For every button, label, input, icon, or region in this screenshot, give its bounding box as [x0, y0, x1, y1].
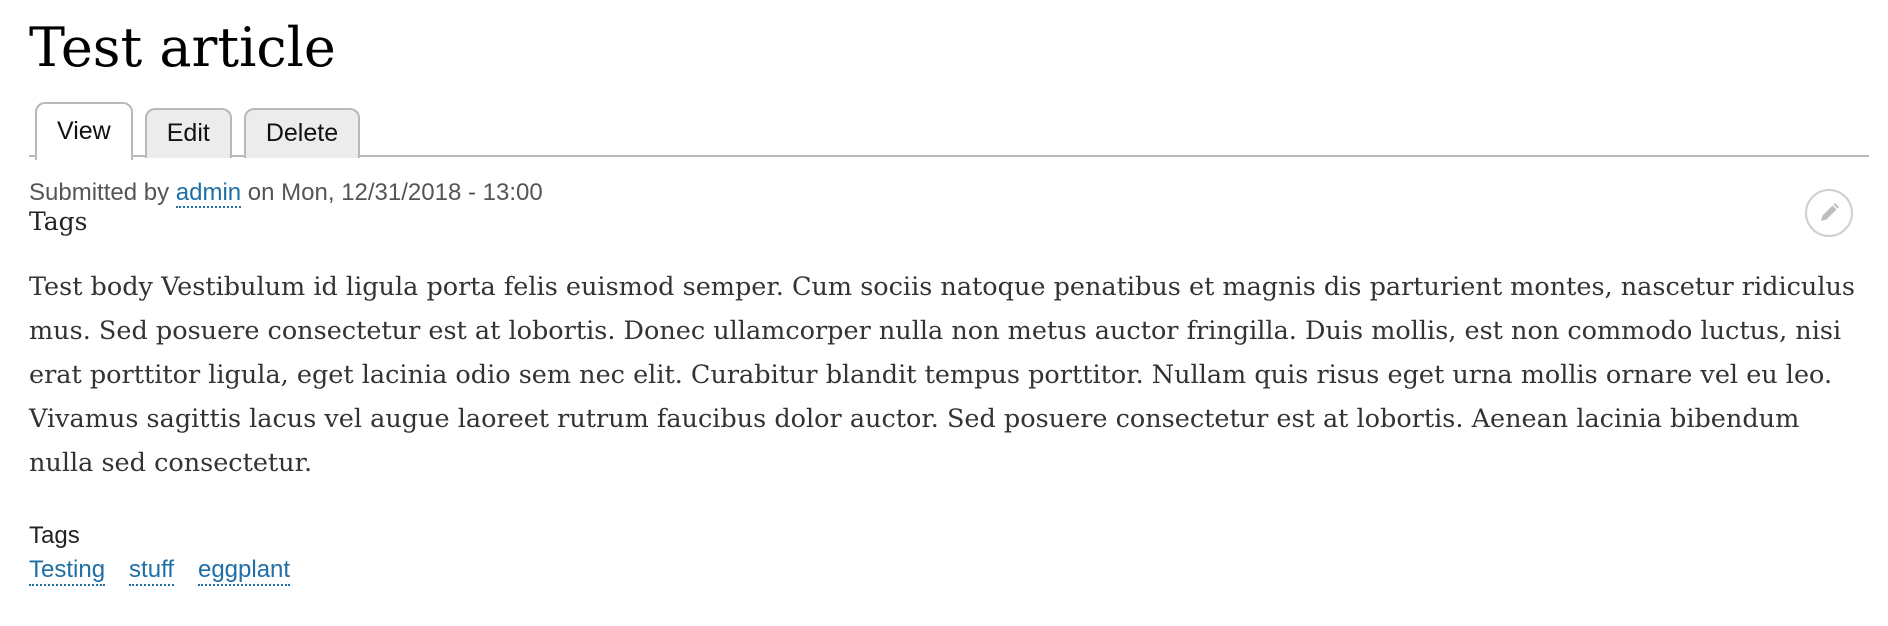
page-title: Test article	[29, 16, 336, 79]
tab-delete[interactable]: Delete	[243, 108, 361, 158]
submitted-date: Mon, 12/31/2018 - 13:00	[281, 179, 543, 206]
submitted-info: Submitted by admin on Mon, 12/31/2018 - …	[29, 179, 543, 208]
contextual-edit-button[interactable]	[1805, 189, 1853, 237]
tab-view[interactable]: View	[35, 102, 133, 160]
article-body: Test body Vestibulum id ligula porta fel…	[29, 272, 1856, 478]
local-tasks-tabs: View Edit Delete	[35, 102, 361, 160]
tab-edit[interactable]: Edit	[144, 108, 232, 158]
tags-heading: Tags	[29, 207, 88, 236]
tag-link-stuff[interactable]: stuff	[129, 556, 174, 586]
pencil-icon	[1821, 203, 1839, 221]
tag-list: Testing stuff eggplant	[29, 556, 291, 586]
tag-link-testing[interactable]: Testing	[29, 556, 106, 586]
tags-field-label: Tags	[29, 522, 80, 549]
author-link[interactable]: admin	[175, 179, 242, 208]
submitted-prefix: Submitted by	[29, 179, 170, 206]
date-prefix: on	[247, 179, 275, 206]
tag-link-eggplant[interactable]: eggplant	[197, 556, 291, 586]
